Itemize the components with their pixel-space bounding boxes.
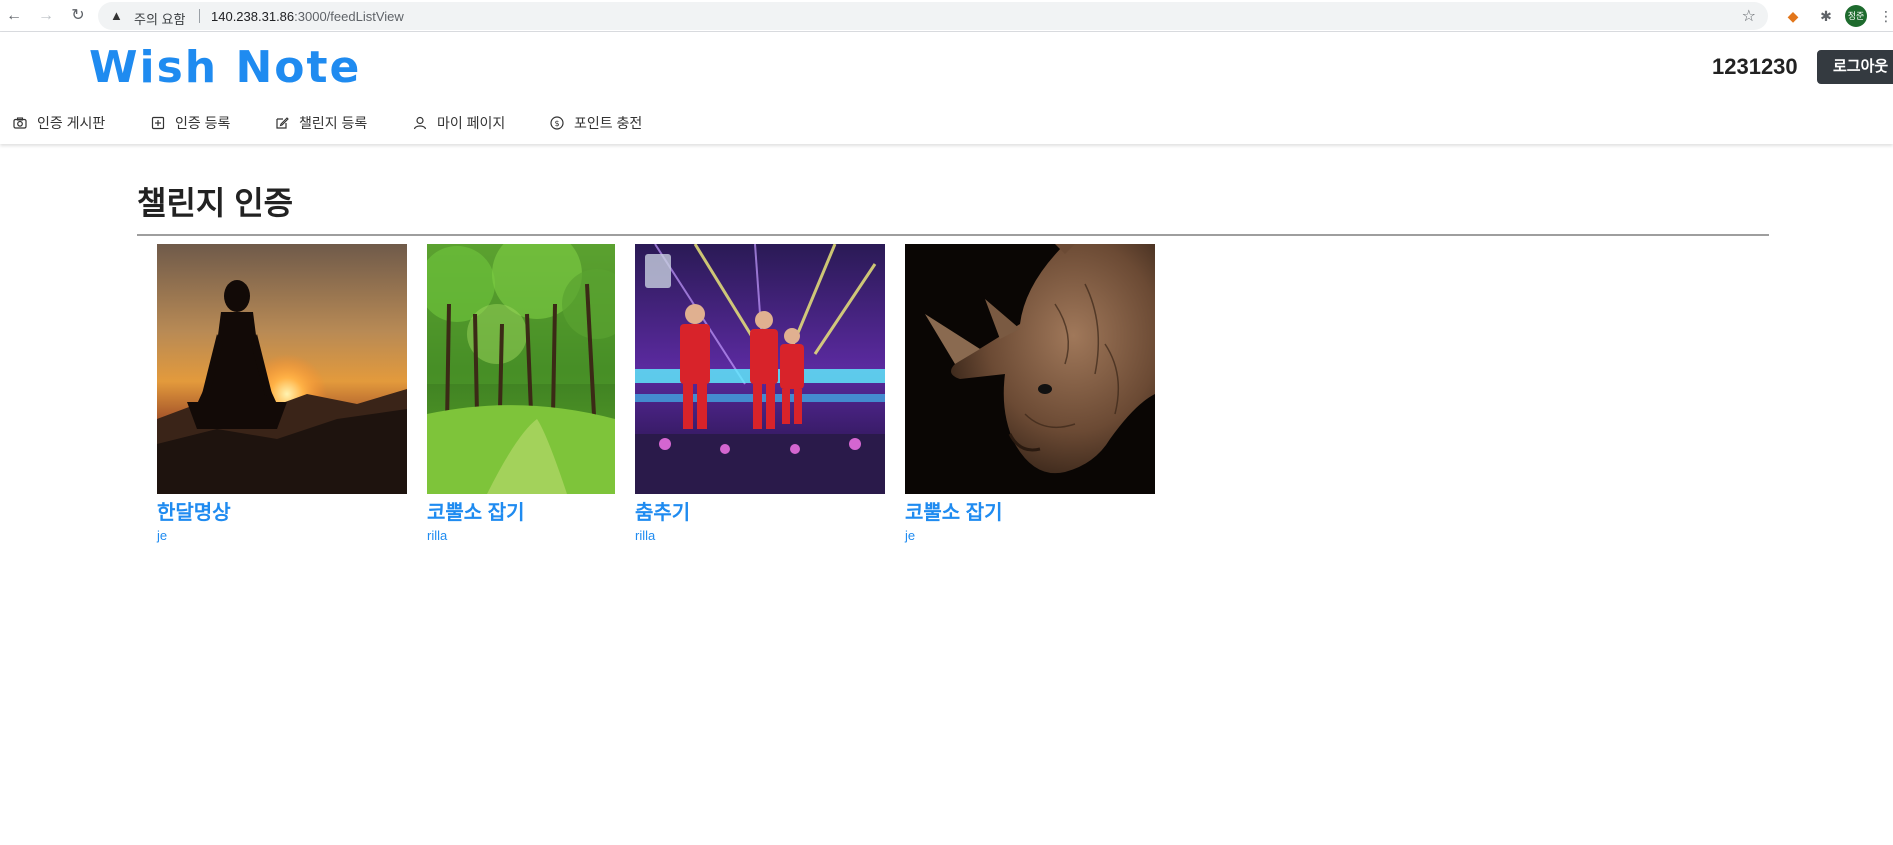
menu-item-label: 챌린지 등록 (299, 115, 368, 131)
menu-item-label: 인증 게시판 (37, 115, 106, 131)
dance-stage-image[interactable] (635, 244, 885, 494)
coin-icon: $ (550, 116, 564, 130)
camera-icon (13, 117, 27, 129)
card-author[interactable]: je (905, 528, 915, 543)
address-separator (199, 9, 200, 23)
menu-item-certification-register[interactable]: 인증 등록 (150, 111, 230, 135)
card-title[interactable]: 코뿔소 잡기 (427, 496, 525, 525)
user-id: 1231230 (1712, 54, 1798, 79)
brand-logo[interactable]: Wish Note (89, 42, 361, 93)
extensions-puzzle-icon[interactable]: ✱ (1815, 5, 1837, 27)
rhino-image[interactable] (905, 244, 1155, 494)
url-host: 140.238.31.86 (211, 9, 295, 24)
plus-square-icon (151, 116, 165, 130)
profile-avatar[interactable]: 정준 (1845, 5, 1867, 27)
menu-item-point-charge[interactable]: $ 포인트 충전 (549, 111, 642, 135)
app-header: Wish Note 1231230 로그아웃 인증 게시판 인증 등록 챌린지 … (0, 32, 1893, 144)
card-title[interactable]: 한달명상 (157, 496, 231, 525)
menu-item-label: 인증 등록 (175, 115, 231, 131)
back-arrow-icon[interactable]: ← (4, 6, 24, 26)
menu-item-certification-board[interactable]: 인증 게시판 (12, 111, 105, 135)
user-icon (413, 116, 427, 130)
title-divider (137, 234, 1769, 236)
browser-toolbar: ← → ↻ ▲ 주의 요함 140.238.31.86:3000/feedLis… (0, 0, 1893, 32)
bookmark-star-icon[interactable]: ☆ (1742, 6, 1756, 26)
card-author[interactable]: rilla (635, 528, 655, 543)
forward-arrow-icon[interactable]: → (36, 6, 56, 26)
menu-item-label: 마이 페이지 (437, 115, 506, 131)
card-author[interactable]: je (157, 528, 167, 543)
meditation-sunset-image[interactable] (157, 244, 407, 494)
security-warning-label[interactable]: 주의 요함 (134, 9, 185, 28)
card-title[interactable]: 춤추기 (635, 496, 690, 525)
browser-menu-icon[interactable]: ⋮ (1875, 5, 1893, 27)
svg-text:$: $ (554, 119, 559, 128)
warning-icon[interactable]: ▲ (110, 8, 123, 23)
edit-icon (276, 117, 289, 129)
metamask-fox-icon[interactable]: ◆ (1782, 5, 1804, 27)
card-author[interactable]: rilla (427, 528, 447, 543)
logout-button[interactable]: 로그아웃 (1817, 50, 1893, 84)
card-title[interactable]: 코뿔소 잡기 (905, 496, 1003, 525)
url-text[interactable]: 140.238.31.86:3000/feedListView (211, 9, 404, 24)
forest-path-image[interactable] (427, 244, 615, 494)
menu-item-my-page[interactable]: 마이 페이지 (412, 111, 505, 135)
menu-item-label: 포인트 충전 (574, 115, 643, 131)
address-bar[interactable]: ▲ 주의 요함 140.238.31.86:3000/feedListView … (98, 2, 1768, 30)
reload-icon[interactable]: ↻ (68, 6, 88, 26)
menu-item-challenge-register[interactable]: 챌린지 등록 (274, 111, 367, 135)
page-title: 챌린지 인증 (137, 185, 294, 221)
url-path: :3000/feedListView (294, 9, 404, 24)
